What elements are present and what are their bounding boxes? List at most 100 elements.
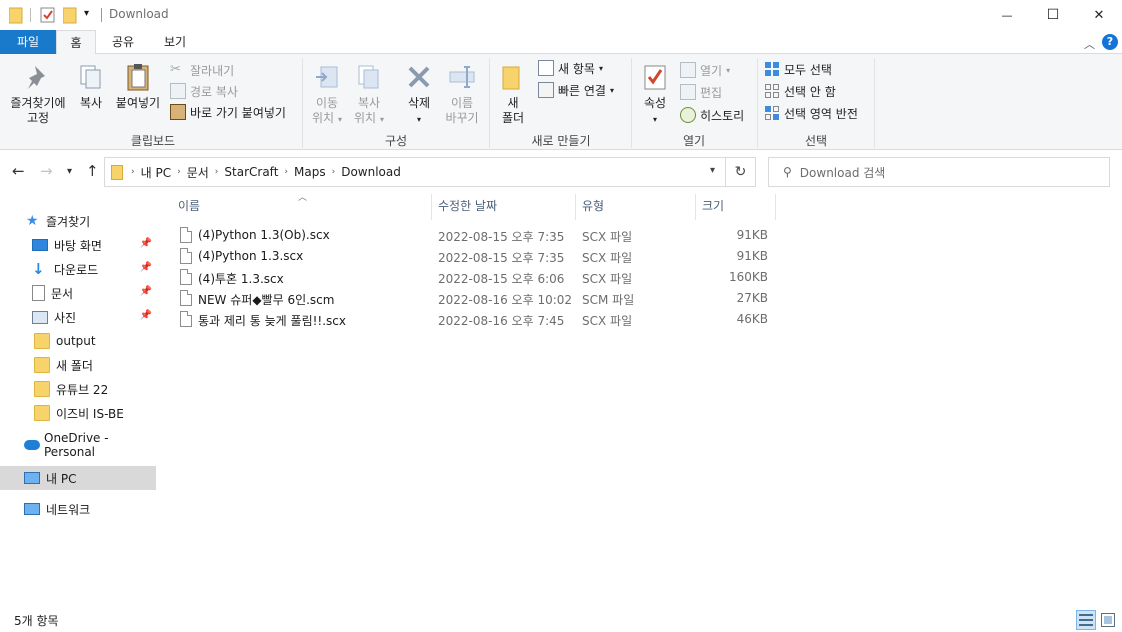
new-item-icon: [538, 60, 554, 76]
file-row[interactable]: (4)Python 1.3(Ob).scx 2022-08-15 오후 7:35…: [174, 225, 774, 246]
open-button[interactable]: 열기 ▾: [680, 60, 730, 80]
search-box[interactable]: ⚲ Download 검색: [768, 157, 1110, 187]
collapse-ribbon-icon[interactable]: ︿: [1084, 36, 1095, 52]
address-bar[interactable]: › 내 PC › 문서 › StarCraft › Maps › Downloa…: [104, 157, 726, 187]
column-header-type[interactable]: 유형: [576, 194, 696, 220]
properties-button[interactable]: 속성 ▾: [638, 62, 672, 127]
details-view-button[interactable]: [1076, 610, 1096, 630]
select-none-label: 선택 안 함: [784, 84, 836, 99]
new-folder-quick-icon[interactable]: [62, 6, 77, 24]
help-icon[interactable]: ?: [1102, 34, 1118, 50]
maximize-button[interactable]: ☐: [1030, 0, 1076, 30]
pin-to-quick-access-button[interactable]: 즐겨찾기에 고정: [6, 62, 70, 126]
rename-button[interactable]: 이름 바꾸기: [442, 62, 482, 126]
nav-onedrive[interactable]: OneDrive - Personal: [0, 431, 156, 459]
select-none-icon: [764, 83, 780, 99]
file-modified: 2022-08-15 오후 7:35: [438, 251, 565, 265]
nav-item-desktop[interactable]: 바탕 화면 📌: [0, 233, 156, 257]
paste-shortcut-icon: [170, 104, 186, 120]
column-header-size[interactable]: 크기: [696, 194, 776, 220]
pin-icon: 📌: [139, 238, 152, 249]
refresh-button[interactable]: ↻: [726, 157, 756, 187]
recent-locations-icon[interactable]: ▾: [67, 166, 72, 177]
properties-quick-icon[interactable]: [40, 6, 56, 24]
file-row[interactable]: (4)투혼 1.3.scx 2022-08-15 오후 6:06 SCX 파일 …: [174, 267, 774, 288]
up-arrow-icon[interactable]: ↑: [86, 162, 99, 180]
breadcrumb-starcraft[interactable]: StarCraft: [224, 165, 278, 179]
close-button[interactable]: ✕: [1076, 0, 1122, 30]
nav-network[interactable]: 네트워크: [0, 497, 156, 521]
paste-button[interactable]: 붙여넣기: [112, 62, 164, 111]
nav-item-pictures[interactable]: 사진 📌: [0, 305, 156, 329]
file-icon: [180, 290, 192, 306]
desktop-icon: [32, 239, 48, 251]
paste-shortcut-button[interactable]: 바로 가기 붙여넣기: [170, 102, 286, 122]
select-all-button[interactable]: 모두 선택: [764, 59, 832, 79]
breadcrumb-download[interactable]: Download: [341, 165, 401, 179]
column-header-name[interactable]: 이름: [172, 194, 432, 220]
network-icon: [24, 503, 40, 515]
nav-item-output[interactable]: output: [0, 329, 156, 353]
invert-selection-button[interactable]: 선택 영역 반전: [764, 103, 858, 123]
item-count: 5개 항목: [14, 614, 59, 628]
move-to-button[interactable]: 이동 위치 ▾: [308, 62, 346, 127]
nav-item-label: 바탕 화면: [54, 238, 102, 253]
customize-quick-access-icon[interactable]: ▾: [84, 8, 94, 26]
group-divider: [631, 58, 632, 148]
breadcrumb-maps[interactable]: Maps: [294, 165, 326, 179]
move-to-line2: 위치: [311, 111, 335, 125]
chevron-right-icon[interactable]: ›: [284, 167, 288, 177]
file-icon: [180, 269, 192, 285]
new-folder-icon: [502, 66, 520, 90]
nav-item-new-folder[interactable]: 새 폴더: [0, 353, 156, 377]
large-icons-view-button[interactable]: [1098, 610, 1118, 630]
copy-path-button[interactable]: 경로 복사: [170, 81, 238, 101]
chevron-right-icon[interactable]: ›: [215, 167, 219, 177]
nav-item-label: 새 폴더: [56, 358, 93, 373]
new-item-button[interactable]: 새 항목 ▾: [538, 58, 603, 78]
minimize-icon: —: [1001, 8, 1013, 22]
easy-access-button[interactable]: 빠른 연결 ▾: [538, 80, 614, 100]
history-button[interactable]: 히스토리: [680, 105, 744, 125]
tab-file[interactable]: 파일: [0, 30, 56, 54]
file-row[interactable]: NEW 슈퍼◆빨무 6인.scm 2022-08-16 오후 10:02 SCM…: [174, 288, 774, 309]
copy-to-line2: 위치: [353, 111, 377, 125]
nav-item-youtube[interactable]: 유튜브 22: [0, 377, 156, 401]
select-none-button[interactable]: 선택 안 함: [764, 81, 836, 101]
chevron-right-icon[interactable]: ›: [177, 167, 181, 177]
nav-quick-access[interactable]: ★ 즐겨찾기: [0, 209, 156, 233]
edit-button[interactable]: 편집: [680, 82, 722, 102]
back-arrow-icon[interactable]: ←: [12, 162, 25, 180]
tab-view[interactable]: 보기: [152, 30, 198, 54]
file-row[interactable]: 통과 제리 통 늦게 풀림!!.scx 2022-08-16 오후 7:45 S…: [174, 309, 774, 330]
nav-item-downloads[interactable]: ↓ 다운로드 📌: [0, 257, 156, 281]
delete-button[interactable]: 삭제 ▾: [400, 62, 438, 127]
cut-button[interactable]: ✂ 잘라내기: [170, 60, 234, 80]
select-group-label: 선택: [804, 134, 828, 148]
forward-arrow-icon[interactable]: →: [40, 162, 53, 180]
breadcrumb-this-pc[interactable]: 내 PC: [141, 164, 171, 181]
select-all-label: 모두 선택: [784, 62, 832, 77]
address-dropdown-icon[interactable]: ▾: [710, 165, 715, 176]
rename-icon: [449, 66, 475, 88]
tab-share[interactable]: 공유: [100, 30, 146, 54]
tab-home[interactable]: 홈: [56, 30, 96, 55]
nav-this-pc[interactable]: 내 PC: [0, 466, 156, 490]
file-size: 46KB: [736, 312, 768, 326]
nav-item-isbe[interactable]: 이즈비 IS-BE: [0, 401, 156, 425]
breadcrumb-documents[interactable]: 문서: [187, 164, 209, 181]
properties-icon: [644, 65, 666, 90]
copy-path-icon: [170, 83, 186, 99]
chevron-right-icon[interactable]: ›: [332, 167, 336, 177]
copy-to-button[interactable]: 복사 위치 ▾: [350, 62, 388, 127]
copy-button[interactable]: 복사: [74, 62, 108, 111]
file-type: SCM 파일: [582, 293, 635, 307]
new-folder-button[interactable]: 새 폴더: [496, 62, 530, 126]
nav-onedrive-label: OneDrive - Personal: [44, 431, 109, 459]
column-header-modified[interactable]: 수정한 날짜: [432, 194, 576, 220]
folder-icon: [8, 6, 23, 24]
minimize-button[interactable]: —: [984, 0, 1030, 30]
nav-item-documents[interactable]: 문서 📌: [0, 281, 156, 305]
file-row[interactable]: (4)Python 1.3.scx 2022-08-15 오후 7:35 SCX…: [174, 246, 774, 267]
folder-icon: [111, 164, 123, 180]
